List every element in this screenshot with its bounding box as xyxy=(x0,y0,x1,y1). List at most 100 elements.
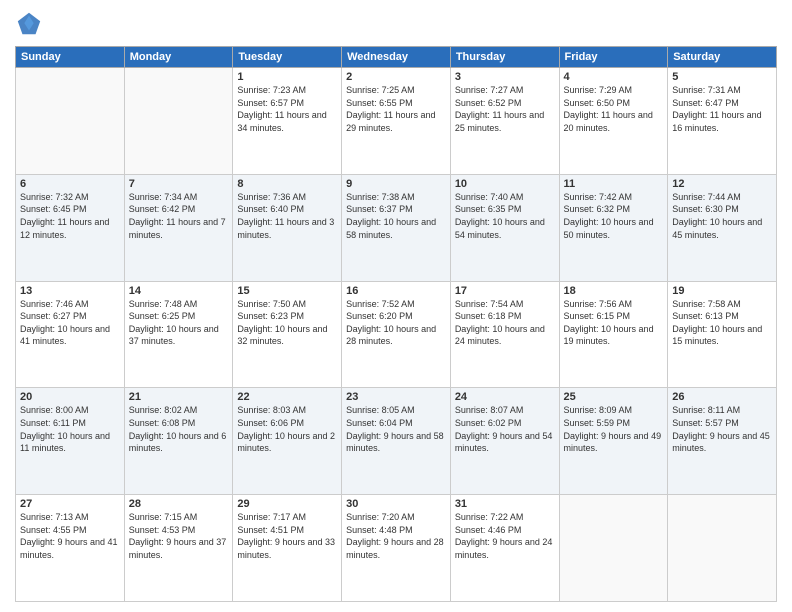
day-info: Sunrise: 7:22 AM Sunset: 4:46 PM Dayligh… xyxy=(455,511,555,561)
calendar-week-row: 6Sunrise: 7:32 AM Sunset: 6:45 PM Daylig… xyxy=(16,174,777,281)
day-info: Sunrise: 7:17 AM Sunset: 4:51 PM Dayligh… xyxy=(237,511,337,561)
day-info: Sunrise: 8:02 AM Sunset: 6:08 PM Dayligh… xyxy=(129,404,229,454)
day-info: Sunrise: 7:42 AM Sunset: 6:32 PM Dayligh… xyxy=(564,191,664,241)
calendar-cell: 20Sunrise: 8:00 AM Sunset: 6:11 PM Dayli… xyxy=(16,388,125,495)
day-info: Sunrise: 7:23 AM Sunset: 6:57 PM Dayligh… xyxy=(237,84,337,134)
day-info: Sunrise: 7:50 AM Sunset: 6:23 PM Dayligh… xyxy=(237,298,337,348)
calendar-cell xyxy=(668,495,777,602)
col-header-friday: Friday xyxy=(559,47,668,68)
calendar-cell: 14Sunrise: 7:48 AM Sunset: 6:25 PM Dayli… xyxy=(124,281,233,388)
day-number: 14 xyxy=(129,285,229,297)
day-number: 17 xyxy=(455,285,555,297)
day-info: Sunrise: 7:20 AM Sunset: 4:48 PM Dayligh… xyxy=(346,511,446,561)
calendar-week-row: 27Sunrise: 7:13 AM Sunset: 4:55 PM Dayli… xyxy=(16,495,777,602)
calendar-cell xyxy=(16,68,125,175)
col-header-sunday: Sunday xyxy=(16,47,125,68)
page: SundayMondayTuesdayWednesdayThursdayFrid… xyxy=(0,0,792,612)
calendar-week-row: 1Sunrise: 7:23 AM Sunset: 6:57 PM Daylig… xyxy=(16,68,777,175)
day-number: 2 xyxy=(346,71,446,83)
day-info: Sunrise: 7:54 AM Sunset: 6:18 PM Dayligh… xyxy=(455,298,555,348)
calendar-cell: 12Sunrise: 7:44 AM Sunset: 6:30 PM Dayli… xyxy=(668,174,777,281)
day-number: 30 xyxy=(346,498,446,510)
day-info: Sunrise: 7:44 AM Sunset: 6:30 PM Dayligh… xyxy=(672,191,772,241)
day-number: 29 xyxy=(237,498,337,510)
calendar-cell: 5Sunrise: 7:31 AM Sunset: 6:47 PM Daylig… xyxy=(668,68,777,175)
calendar-cell: 26Sunrise: 8:11 AM Sunset: 5:57 PM Dayli… xyxy=(668,388,777,495)
calendar-cell xyxy=(124,68,233,175)
day-info: Sunrise: 7:34 AM Sunset: 6:42 PM Dayligh… xyxy=(129,191,229,241)
calendar-cell: 21Sunrise: 8:02 AM Sunset: 6:08 PM Dayli… xyxy=(124,388,233,495)
calendar-table: SundayMondayTuesdayWednesdayThursdayFrid… xyxy=(15,46,777,602)
day-info: Sunrise: 8:00 AM Sunset: 6:11 PM Dayligh… xyxy=(20,404,120,454)
header xyxy=(15,10,777,38)
calendar-cell: 4Sunrise: 7:29 AM Sunset: 6:50 PM Daylig… xyxy=(559,68,668,175)
day-info: Sunrise: 7:27 AM Sunset: 6:52 PM Dayligh… xyxy=(455,84,555,134)
calendar-cell xyxy=(559,495,668,602)
day-number: 13 xyxy=(20,285,120,297)
day-info: Sunrise: 7:13 AM Sunset: 4:55 PM Dayligh… xyxy=(20,511,120,561)
calendar-cell: 16Sunrise: 7:52 AM Sunset: 6:20 PM Dayli… xyxy=(342,281,451,388)
day-info: Sunrise: 8:05 AM Sunset: 6:04 PM Dayligh… xyxy=(346,404,446,454)
day-number: 3 xyxy=(455,71,555,83)
day-number: 26 xyxy=(672,391,772,403)
calendar-cell: 7Sunrise: 7:34 AM Sunset: 6:42 PM Daylig… xyxy=(124,174,233,281)
calendar-cell: 23Sunrise: 8:05 AM Sunset: 6:04 PM Dayli… xyxy=(342,388,451,495)
calendar-cell: 24Sunrise: 8:07 AM Sunset: 6:02 PM Dayli… xyxy=(450,388,559,495)
col-header-monday: Monday xyxy=(124,47,233,68)
day-info: Sunrise: 7:29 AM Sunset: 6:50 PM Dayligh… xyxy=(564,84,664,134)
logo-icon xyxy=(15,10,43,38)
day-info: Sunrise: 7:31 AM Sunset: 6:47 PM Dayligh… xyxy=(672,84,772,134)
col-header-tuesday: Tuesday xyxy=(233,47,342,68)
day-number: 21 xyxy=(129,391,229,403)
calendar-cell: 28Sunrise: 7:15 AM Sunset: 4:53 PM Dayli… xyxy=(124,495,233,602)
day-number: 7 xyxy=(129,178,229,190)
day-number: 11 xyxy=(564,178,664,190)
day-number: 10 xyxy=(455,178,555,190)
day-info: Sunrise: 7:25 AM Sunset: 6:55 PM Dayligh… xyxy=(346,84,446,134)
day-info: Sunrise: 8:11 AM Sunset: 5:57 PM Dayligh… xyxy=(672,404,772,454)
day-info: Sunrise: 7:46 AM Sunset: 6:27 PM Dayligh… xyxy=(20,298,120,348)
logo xyxy=(15,10,47,38)
day-number: 22 xyxy=(237,391,337,403)
day-info: Sunrise: 7:36 AM Sunset: 6:40 PM Dayligh… xyxy=(237,191,337,241)
day-info: Sunrise: 7:40 AM Sunset: 6:35 PM Dayligh… xyxy=(455,191,555,241)
col-header-wednesday: Wednesday xyxy=(342,47,451,68)
day-info: Sunrise: 8:09 AM Sunset: 5:59 PM Dayligh… xyxy=(564,404,664,454)
day-info: Sunrise: 7:32 AM Sunset: 6:45 PM Dayligh… xyxy=(20,191,120,241)
day-number: 15 xyxy=(237,285,337,297)
day-number: 9 xyxy=(346,178,446,190)
day-info: Sunrise: 7:38 AM Sunset: 6:37 PM Dayligh… xyxy=(346,191,446,241)
day-number: 8 xyxy=(237,178,337,190)
calendar-cell: 1Sunrise: 7:23 AM Sunset: 6:57 PM Daylig… xyxy=(233,68,342,175)
day-number: 12 xyxy=(672,178,772,190)
day-info: Sunrise: 8:07 AM Sunset: 6:02 PM Dayligh… xyxy=(455,404,555,454)
calendar-cell: 6Sunrise: 7:32 AM Sunset: 6:45 PM Daylig… xyxy=(16,174,125,281)
calendar-cell: 10Sunrise: 7:40 AM Sunset: 6:35 PM Dayli… xyxy=(450,174,559,281)
calendar-cell: 11Sunrise: 7:42 AM Sunset: 6:32 PM Dayli… xyxy=(559,174,668,281)
day-info: Sunrise: 8:03 AM Sunset: 6:06 PM Dayligh… xyxy=(237,404,337,454)
day-number: 4 xyxy=(564,71,664,83)
calendar-cell: 18Sunrise: 7:56 AM Sunset: 6:15 PM Dayli… xyxy=(559,281,668,388)
calendar-cell: 27Sunrise: 7:13 AM Sunset: 4:55 PM Dayli… xyxy=(16,495,125,602)
day-number: 18 xyxy=(564,285,664,297)
day-number: 1 xyxy=(237,71,337,83)
day-info: Sunrise: 7:48 AM Sunset: 6:25 PM Dayligh… xyxy=(129,298,229,348)
calendar-cell: 13Sunrise: 7:46 AM Sunset: 6:27 PM Dayli… xyxy=(16,281,125,388)
calendar-week-row: 13Sunrise: 7:46 AM Sunset: 6:27 PM Dayli… xyxy=(16,281,777,388)
day-number: 20 xyxy=(20,391,120,403)
col-header-saturday: Saturday xyxy=(668,47,777,68)
calendar-cell: 17Sunrise: 7:54 AM Sunset: 6:18 PM Dayli… xyxy=(450,281,559,388)
calendar-cell: 31Sunrise: 7:22 AM Sunset: 4:46 PM Dayli… xyxy=(450,495,559,602)
calendar-cell: 29Sunrise: 7:17 AM Sunset: 4:51 PM Dayli… xyxy=(233,495,342,602)
day-number: 5 xyxy=(672,71,772,83)
calendar-cell: 25Sunrise: 8:09 AM Sunset: 5:59 PM Dayli… xyxy=(559,388,668,495)
day-number: 25 xyxy=(564,391,664,403)
calendar-cell: 2Sunrise: 7:25 AM Sunset: 6:55 PM Daylig… xyxy=(342,68,451,175)
calendar-cell: 9Sunrise: 7:38 AM Sunset: 6:37 PM Daylig… xyxy=(342,174,451,281)
day-number: 23 xyxy=(346,391,446,403)
day-number: 24 xyxy=(455,391,555,403)
day-info: Sunrise: 7:56 AM Sunset: 6:15 PM Dayligh… xyxy=(564,298,664,348)
col-header-thursday: Thursday xyxy=(450,47,559,68)
day-number: 28 xyxy=(129,498,229,510)
day-number: 31 xyxy=(455,498,555,510)
